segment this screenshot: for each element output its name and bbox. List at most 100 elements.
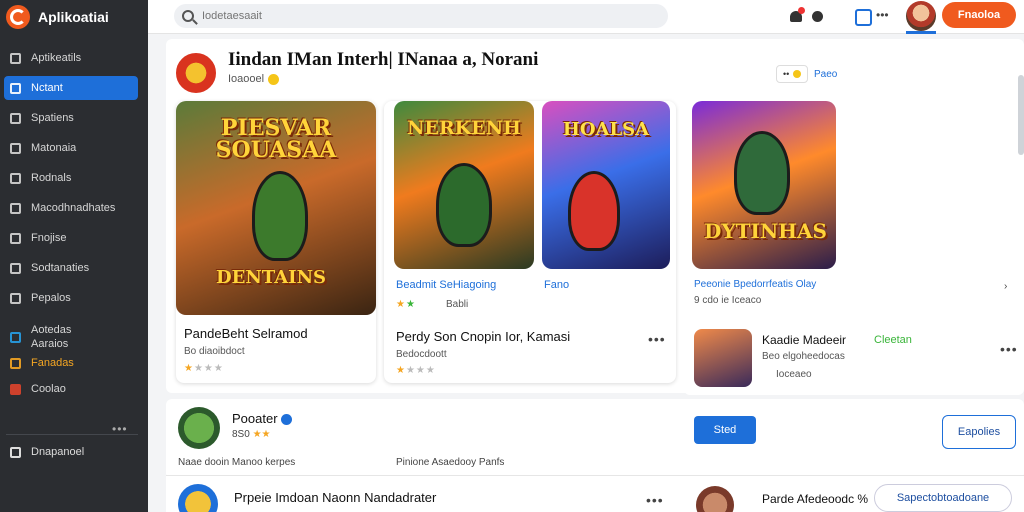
- sidebar-item-label: Fanadas: [31, 357, 74, 369]
- game-art-title: DYTINHAS: [704, 219, 827, 243]
- side-game-card[interactable]: Kaadie Madeeir Cleetan Beo elgoheedocas …: [684, 325, 1024, 395]
- game-card-title[interactable]: Peeonie Bpedorrfeatis Olay: [694, 279, 816, 290]
- chevron-icon[interactable]: ›: [1004, 281, 1007, 292]
- brand-logo-icon: [6, 5, 30, 29]
- dots-icon: ••: [783, 69, 790, 79]
- folder-icon: [10, 232, 21, 244]
- list-item-avatar[interactable]: [178, 484, 218, 512]
- side-card-thumbnail: [694, 329, 752, 387]
- character-figure: [436, 163, 492, 247]
- sidebar-item-2[interactable]: Spatiens: [4, 106, 138, 130]
- avatar[interactable]: [906, 1, 936, 31]
- pill-action-button[interactable]: Sapectobtoadoane: [874, 484, 1012, 512]
- coin-icon: [793, 70, 802, 78]
- game-card-art[interactable]: HOALSA: [542, 101, 670, 269]
- more-options-icon[interactable]: •••: [648, 331, 666, 347]
- home-icon: [10, 52, 21, 64]
- character-figure: [734, 131, 790, 215]
- sidebar-item-7[interactable]: Sodtanaties: [4, 256, 138, 280]
- search-icon: [182, 10, 194, 22]
- game-card-title[interactable]: Fano: [544, 279, 569, 291]
- featured-pill[interactable]: ••: [776, 65, 809, 83]
- sidebar-secondary-item-2[interactable]: Coolao: [4, 378, 138, 400]
- sidebar-item-0[interactable]: Aptikeatils: [4, 46, 138, 70]
- more-options-icon[interactable]: •••: [1000, 341, 1018, 357]
- developer-avatar[interactable]: [178, 407, 220, 449]
- sidebar: Aplikoatiai Aptikeatils Nctant Spatiens …: [0, 0, 148, 512]
- game-card-subtitle: Bo diaoibdoct: [184, 346, 245, 357]
- scrollbar[interactable]: [1018, 75, 1024, 155]
- search-bar[interactable]: [174, 4, 668, 28]
- sidebar-bottom-label: Dnapanoel: [31, 446, 85, 458]
- panel-icon: [10, 446, 21, 458]
- search-input[interactable]: [202, 10, 642, 22]
- grid-icon: [10, 142, 21, 154]
- wide-card-title: Perdy Son Cnopin Ior, Kamasi: [396, 329, 571, 344]
- list-side-avatar[interactable]: [696, 486, 734, 512]
- document-icon: [10, 292, 21, 304]
- smiley-icon: [268, 73, 280, 85]
- game-card-1[interactable]: PIESVAR SOUASAA DENTAINS PandeBeht Selra…: [176, 101, 376, 383]
- game-card-4[interactable]: DYTINHAS Peeonie Bpedorrfeatis Olay 9 cd…: [684, 101, 1024, 319]
- brand-name: Aplikoatiai: [38, 9, 109, 25]
- game-art-title: NERKENH: [407, 117, 521, 139]
- sidebar-bottom-item[interactable]: Dnapanoel: [10, 446, 84, 458]
- tag-icon: [10, 202, 21, 214]
- developer-name-text: Pooater: [232, 411, 278, 426]
- featured-pill-label[interactable]: Paeo: [814, 69, 837, 80]
- more-dots-icon[interactable]: •••: [876, 8, 889, 22]
- sidebar-item-1[interactable]: Nctant: [4, 76, 138, 100]
- notification-bell-icon[interactable]: [788, 7, 805, 24]
- game-art-title: PIESVAR SOUASAA: [215, 115, 337, 163]
- game-art-title: HOALSA: [562, 119, 650, 140]
- edit-icon: [10, 262, 21, 274]
- featured-logo[interactable]: [176, 53, 216, 93]
- chat-icon[interactable]: [810, 8, 826, 24]
- side-card-subtitle: Beo elgoheedocas: [762, 351, 845, 362]
- sidebar-secondary-item-1[interactable]: Fanadas: [4, 352, 138, 374]
- list-section: Prpeie Imdoan Naonn Nandadrater ••• Pard…: [166, 475, 1024, 512]
- tools-icon: [10, 172, 21, 184]
- sidebar-item-label: Sodtanaties: [31, 262, 90, 274]
- side-card-title: Kaadie Madeeir: [762, 333, 847, 347]
- list-side-title: Parde Afedeoodc %: [762, 492, 869, 506]
- header-cta-button[interactable]: Fnaoloa: [942, 2, 1016, 28]
- featured-subtitle-text: Ioaooel: [228, 73, 265, 85]
- sidebar-item-4[interactable]: Rodnals: [4, 166, 138, 190]
- sidebar-item-label: Nctant: [31, 82, 63, 94]
- wide-card-subtitle: Bedocdoott: [396, 349, 447, 360]
- game-card-subtitle: Babli: [446, 299, 469, 310]
- developer-rating-text: 8S0: [232, 429, 250, 440]
- sidebar-item-6[interactable]: Fnojise: [4, 226, 138, 250]
- featured-subtitle: Ioaooel: [228, 73, 280, 85]
- sidebar-secondary-item-0[interactable]: Aotedas Aaraios: [4, 324, 138, 350]
- developer-meta-right: Pinione Asaedooy Panfs: [396, 457, 505, 468]
- verified-icon: [280, 414, 292, 426]
- sidebar-item-label: Rodnals: [31, 172, 72, 184]
- game-card-art: PIESVAR SOUASAA DENTAINS: [176, 101, 376, 315]
- game-card-subtitle: 9 cdo ie Iceaco: [694, 295, 762, 306]
- sidebar-item-label: Coolao: [31, 383, 66, 395]
- star-icon: [10, 82, 21, 94]
- rating-stars: ★★★★: [184, 363, 224, 374]
- developer-name: Pooater: [232, 411, 292, 426]
- sidebar-item-8[interactable]: Pepalos: [4, 286, 138, 310]
- game-card-title[interactable]: Beadmit SeHiagoing: [396, 279, 496, 291]
- top-bar: ••• Fnaoloa: [148, 0, 1024, 34]
- sidebar-item-label-2: Aaraios: [31, 338, 69, 350]
- apps-icon: [10, 357, 21, 369]
- game-card-art: DYTINHAS: [692, 101, 836, 269]
- secondary-action-button[interactable]: Eapolies: [942, 415, 1016, 449]
- side-card-tag: Cleetan: [874, 334, 912, 346]
- brand[interactable]: Aplikoatiai: [6, 4, 109, 30]
- sidebar-nav: Aptikeatils Nctant Spatiens Matonaia Rod…: [4, 46, 138, 316]
- developer-meta-left: Naae dooin Manoo kerpes: [178, 457, 296, 468]
- developer-rating: 8S0 ★★: [232, 429, 271, 440]
- app-square-icon[interactable]: [854, 8, 872, 26]
- more-options-icon[interactable]: •••: [646, 492, 664, 508]
- primary-action-button[interactable]: Sted: [694, 416, 756, 444]
- sidebar-item-3[interactable]: Matonaia: [4, 136, 138, 160]
- game-card-art[interactable]: NERKENH: [394, 101, 534, 269]
- sidebar-item-5[interactable]: Macodhnadhates: [4, 196, 138, 220]
- link-icon: [10, 331, 21, 343]
